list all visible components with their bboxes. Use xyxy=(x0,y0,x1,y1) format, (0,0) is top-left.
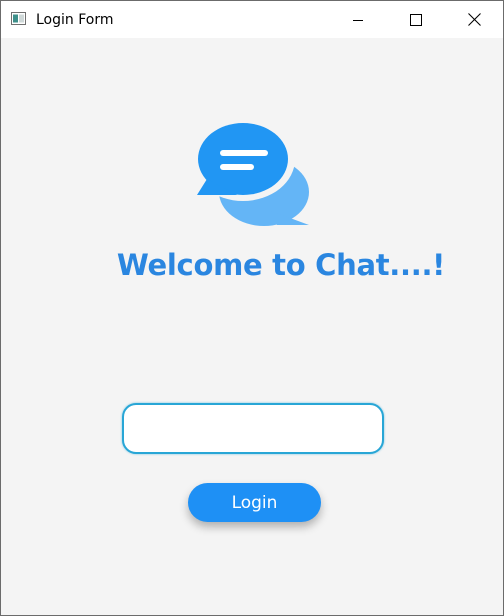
welcome-heading: Welcome to Chat....! xyxy=(116,248,446,282)
app-icon xyxy=(11,12,26,25)
chat-bubbles-icon xyxy=(197,121,309,226)
login-button[interactable]: Login xyxy=(188,483,321,522)
minimize-button[interactable] xyxy=(329,1,387,38)
maximize-icon xyxy=(410,13,422,26)
minimize-icon xyxy=(353,19,363,21)
window-title: Login Form xyxy=(36,12,114,28)
close-button[interactable] xyxy=(445,1,503,38)
login-window: Login Form Welcome to Chat....! Login xyxy=(0,0,504,616)
title-bar[interactable]: Login Form xyxy=(1,1,503,38)
close-icon xyxy=(467,13,481,26)
username-input[interactable] xyxy=(122,403,384,454)
maximize-button[interactable] xyxy=(387,1,445,38)
